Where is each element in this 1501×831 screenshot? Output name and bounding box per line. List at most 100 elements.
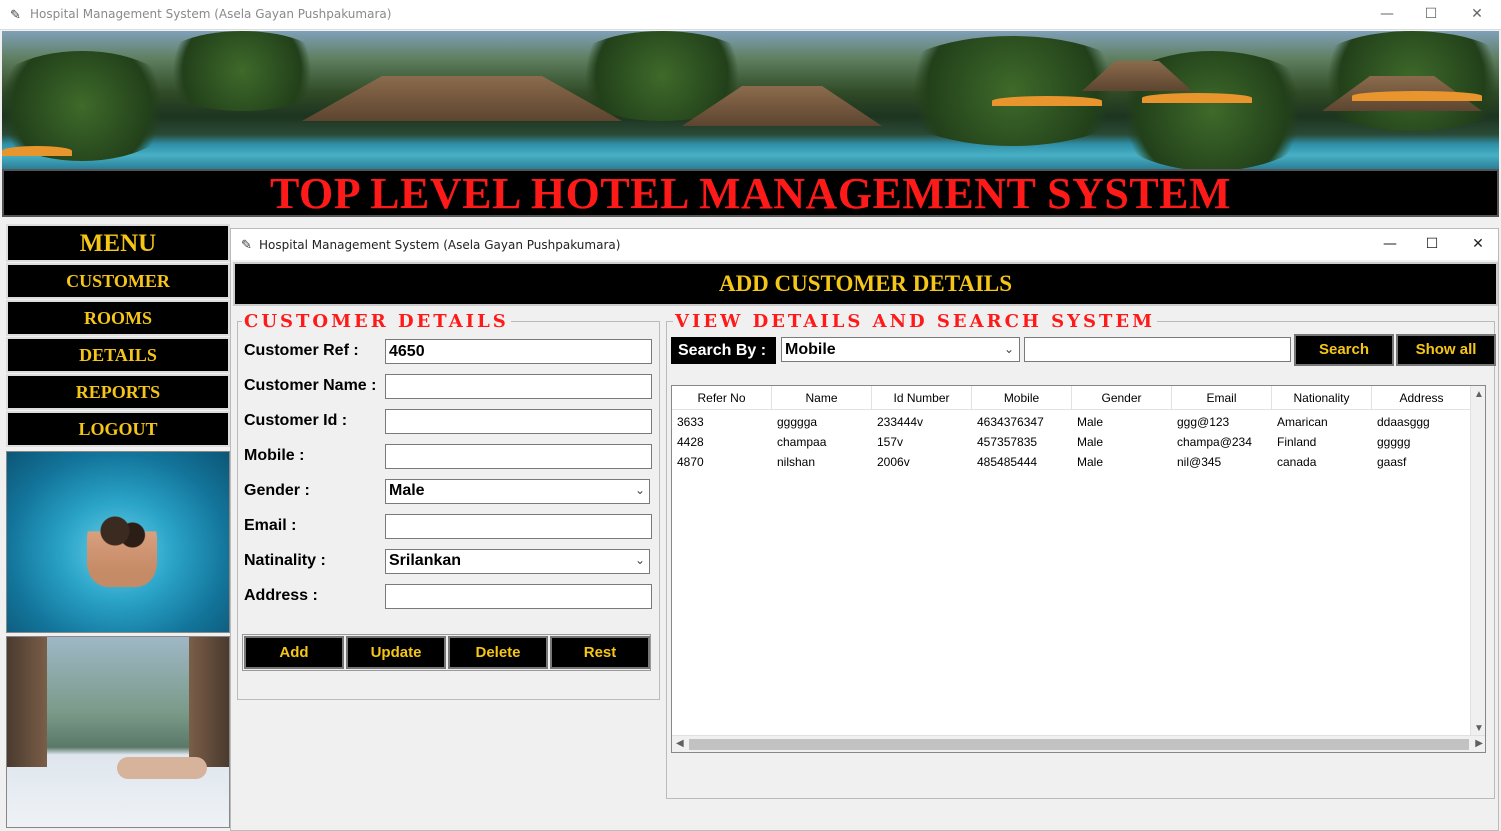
table-cell: Male: [1077, 435, 1104, 449]
column-header[interactable]: Refer No: [672, 386, 772, 410]
column-header[interactable]: Id Number: [872, 386, 972, 410]
table-cell: ggg@123: [1177, 415, 1230, 429]
scroll-left-icon[interactable]: ◀: [676, 738, 684, 749]
table-cell: Finland: [1277, 435, 1317, 449]
reset-button[interactable]: Rest: [550, 636, 650, 669]
window-titlebar: ✎ Hospital Management System (Asela Gaya…: [0, 0, 1501, 30]
banner-resort-image: [2, 31, 1499, 169]
table-row[interactable]: 4428 champaa 157v 457357835 Male champa@…: [672, 432, 1472, 452]
delete-button-label: Delete: [475, 644, 521, 661]
scroll-right-icon[interactable]: ▶: [1475, 738, 1483, 749]
customer-window: ✎ Hospital Management System (Asela Gaya…: [230, 228, 1499, 831]
column-header[interactable]: Name: [772, 386, 872, 410]
table-cell: 157v: [877, 435, 904, 449]
show-all-button[interactable]: Show all: [1396, 334, 1496, 366]
column-header[interactable]: Mobile: [972, 386, 1072, 410]
customer-details-frame: CUSTOMER DETAILS Customer Ref : Customer…: [237, 313, 660, 700]
table-cell: Male: [1077, 455, 1104, 469]
show-all-button-label: Show all: [1415, 341, 1477, 358]
customer-ref-input[interactable]: [385, 339, 652, 364]
customer-name-input[interactable]: [385, 374, 652, 399]
email-label: Email :: [244, 517, 297, 534]
email-input[interactable]: [385, 514, 652, 539]
table-cell: Male: [1077, 415, 1104, 429]
table-cell: gaasf: [1377, 455, 1407, 469]
menu-title: MENU: [79, 230, 157, 257]
scroll-down-icon[interactable]: ▼: [1474, 723, 1484, 734]
update-button-label: Update: [370, 644, 422, 661]
customer-table[interactable]: Refer No Name Id Number Mobile Gender Em…: [671, 385, 1486, 753]
feather-icon: ✎: [241, 237, 252, 252]
add-button-label: Add: [279, 644, 309, 661]
table-cell: Amarican: [1277, 415, 1328, 429]
search-by-label: Search By :: [671, 337, 776, 364]
gender-select[interactable]: Male ⌄: [385, 479, 650, 504]
menu-rooms-button[interactable]: ROOMS: [6, 300, 230, 336]
customer-id-input[interactable]: [385, 409, 652, 434]
horizontal-scrollbar[interactable]: ◀ ▶: [672, 735, 1485, 752]
minimize-button[interactable]: —: [1365, 2, 1409, 26]
column-header[interactable]: Nationality: [1272, 386, 1372, 410]
app-title: TOP LEVEL HOTEL MANAGEMENT SYSTEM: [269, 169, 1232, 218]
view-search-legend: VIEW DETAILS AND SEARCH SYSTEM: [673, 311, 1158, 332]
table-cell: 3633: [677, 415, 704, 429]
table-row[interactable]: 4870 nilshan 2006v 485485444 Male nil@34…: [672, 452, 1472, 472]
reset-button-label: Rest: [583, 644, 617, 661]
menu-item-label: CUSTOMER: [66, 271, 170, 291]
gender-value: Male: [389, 482, 425, 499]
table-cell: ggggg: [1377, 435, 1411, 449]
delete-button[interactable]: Delete: [448, 636, 548, 669]
update-button[interactable]: Update: [346, 636, 446, 669]
mobile-input[interactable]: [385, 444, 652, 469]
nationality-value: Srilankan: [389, 552, 462, 569]
search-by-select[interactable]: Mobile ⌄: [781, 337, 1020, 362]
chevron-down-icon: ⌄: [634, 483, 645, 497]
scroll-up-icon[interactable]: ▲: [1474, 389, 1484, 400]
nationality-select[interactable]: Srilankan ⌄: [385, 549, 650, 574]
column-header[interactable]: Gender: [1072, 386, 1172, 410]
window-title: Hospital Management System (Asela Gayan …: [30, 7, 392, 21]
inner-maximize-button[interactable]: ☐: [1410, 232, 1454, 256]
search-by-value: Mobile: [785, 341, 836, 358]
scroll-thumb[interactable]: [689, 739, 1469, 750]
column-header[interactable]: Address: [1372, 386, 1472, 410]
table-cell: nil@345: [1177, 455, 1222, 469]
inner-window-title: Hospital Management System (Asela Gayan …: [259, 238, 621, 252]
inner-close-button[interactable]: ✕: [1456, 232, 1500, 256]
inner-minimize-button[interactable]: —: [1368, 232, 1412, 256]
maximize-button[interactable]: ☐: [1409, 2, 1453, 26]
menu-details-button[interactable]: DETAILS: [6, 337, 230, 373]
table-cell: ddaasggg: [1377, 415, 1430, 429]
add-button[interactable]: Add: [244, 636, 344, 669]
menu-reports-button[interactable]: REPORTS: [6, 374, 230, 410]
table-cell: 457357835: [977, 435, 1038, 449]
menu-header: MENU: [6, 224, 230, 262]
table-row[interactable]: 3633 ggggga 233444v 4634376347 Male ggg@…: [672, 412, 1472, 432]
chevron-down-icon: ⌄: [1003, 342, 1014, 356]
search-input[interactable]: [1024, 337, 1291, 362]
address-label: Address :: [244, 587, 318, 604]
inner-window-titlebar: ✎ Hospital Management System (Asela Gaya…: [231, 229, 1498, 260]
menu-item-label: DETAILS: [79, 345, 157, 365]
column-header[interactable]: Email: [1172, 386, 1272, 410]
view-search-frame: VIEW DETAILS AND SEARCH SYSTEM Search By…: [666, 313, 1496, 799]
pool-couple-image: [6, 451, 230, 633]
menu-item-label: ROOMS: [83, 308, 152, 328]
vertical-scrollbar[interactable]: ▲ ▼: [1470, 386, 1485, 736]
customer-details-legend: CUSTOMER DETAILS: [242, 311, 511, 332]
search-button[interactable]: Search: [1294, 334, 1394, 366]
table-cell: nilshan: [777, 455, 816, 469]
nationality-label: Natinality :: [244, 552, 326, 569]
table-cell: champa@234: [1177, 435, 1252, 449]
menu-item-label: REPORTS: [75, 382, 161, 402]
menu-customer-button[interactable]: CUSTOMER: [6, 263, 230, 299]
table-header: Refer No Name Id Number Mobile Gender Em…: [672, 386, 1472, 410]
close-button[interactable]: ✕: [1455, 2, 1499, 26]
customer-name-label: Customer Name :: [244, 377, 377, 394]
menu-logout-button[interactable]: LOGOUT: [6, 411, 230, 447]
section-title: ADD CUSTOMER DETAILS: [718, 271, 1013, 296]
table-cell: 485485444: [977, 455, 1038, 469]
customer-id-label: Customer Id :: [244, 412, 348, 429]
app-title-banner: TOP LEVEL HOTEL MANAGEMENT SYSTEM: [2, 169, 1499, 217]
address-input[interactable]: [385, 584, 652, 609]
